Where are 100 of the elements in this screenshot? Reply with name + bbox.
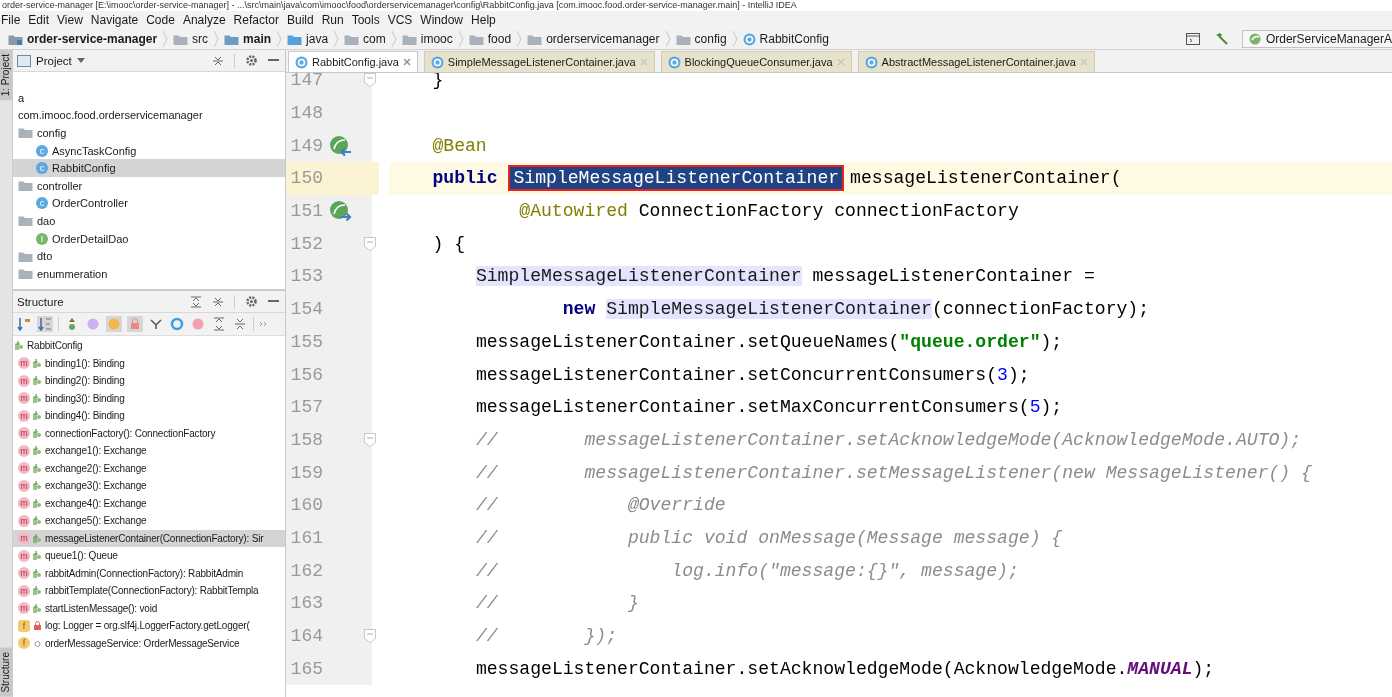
structure-item[interactable]: m binding4(): Binding	[13, 407, 285, 425]
menu-item[interactable]: Build	[285, 12, 318, 28]
minimize-icon[interactable]	[268, 59, 279, 62]
breadcrumb-item[interactable]: food	[463, 32, 517, 46]
tree-item[interactable]: c RabbitConfig	[13, 159, 285, 177]
structure-item[interactable]: f log: Logger = org.slf4j.LoggerFactory.getLogger(	[13, 617, 285, 635]
tree-item[interactable]: config	[13, 124, 285, 142]
menu-item[interactable]: Help	[470, 12, 500, 28]
line-number: 165	[289, 658, 324, 679]
type-badge: m	[18, 444, 30, 457]
visibility-icon	[33, 532, 42, 544]
run-configuration-selector[interactable]: OrderServiceManagerA	[1241, 30, 1392, 48]
tree-item[interactable]: dao	[13, 212, 285, 230]
collapse-all-icon[interactable]	[212, 295, 224, 308]
structure-item[interactable]: m connectionFactory(): ConnectionFactory	[13, 424, 285, 442]
fold-marker-icon[interactable]	[364, 432, 376, 447]
menu-item[interactable]: Navigate	[89, 12, 143, 28]
menu-item[interactable]: VCS	[386, 12, 417, 28]
structure-item[interactable]: RabbitConfig	[13, 337, 285, 355]
structure-item[interactable]: f orderMessageService: OrderMessageService	[13, 634, 285, 652]
project-view-selector[interactable]: Project	[17, 54, 85, 67]
tree-item[interactable]: enummeration	[13, 264, 285, 283]
breadcrumb-item[interactable]: config	[670, 32, 732, 46]
menu-item[interactable]: Window	[419, 12, 468, 28]
visibility-icon	[33, 392, 42, 404]
breadcrumb-item[interactable]: imooc	[396, 32, 458, 46]
line-number: 147	[289, 73, 324, 91]
visibility-icon	[33, 375, 42, 387]
structure-item[interactable]: m rabbitAdmin(ConnectionFactory): RabbitAdmin	[13, 564, 285, 582]
structure-item[interactable]: m exchange4(): Exchange	[13, 494, 285, 512]
fold-marker-icon[interactable]	[364, 629, 376, 644]
visibility-icon	[15, 340, 24, 352]
project-tool-tab[interactable]: 1: Project	[0, 50, 12, 101]
type-badge: m	[18, 567, 30, 580]
ring-icon[interactable]	[169, 316, 185, 332]
breadcrumb-item[interactable]: order-service-manager	[3, 32, 163, 46]
tree-item[interactable]: c OrderController	[13, 194, 285, 213]
structure-item[interactable]: m binding1(): Binding	[13, 354, 285, 372]
structure-item[interactable]: m exchange2(): Exchange	[13, 459, 285, 477]
menu-item[interactable]: View	[56, 12, 87, 28]
breadcrumb-item[interactable]: RabbitConfig	[737, 32, 834, 46]
code-text: (connectionFactory);	[931, 299, 1150, 320]
structure-item[interactable]: m binding2(): Binding	[13, 372, 285, 390]
filter-icon[interactable]	[148, 316, 164, 332]
menu-item[interactable]: Edit	[27, 12, 54, 28]
type-badge: c	[36, 144, 48, 157]
line-number: 149	[289, 135, 324, 156]
settings-icon[interactable]	[245, 295, 258, 308]
structure-item[interactable]: m rabbitTemplate(ConnectionFactory): RabbitTempla	[13, 582, 285, 600]
expand-all-icon[interactable]	[190, 295, 202, 308]
code-text: public	[432, 168, 499, 189]
layout-icon[interactable]	[1185, 33, 1200, 45]
bean-gutter-icon[interactable]	[329, 200, 353, 223]
menu-item[interactable]: Run	[320, 12, 348, 28]
menu-item[interactable]: Tools	[350, 12, 384, 28]
editor-tab[interactable]: AbstractMessageListenerContainer.java	[857, 51, 1095, 72]
code-text: // public void onMessage(Message message) {	[475, 527, 1063, 548]
editor-tab[interactable]: BlockingQueueConsumer.java	[660, 51, 852, 72]
breadcrumb-item[interactable]: com	[339, 32, 391, 46]
type-badge: m	[18, 584, 30, 597]
bean-gutter-icon[interactable]	[329, 134, 353, 157]
sort-icon[interactable]	[16, 316, 32, 332]
line-number: 152	[289, 233, 324, 254]
structure-item[interactable]: m exchange5(): Exchange	[13, 512, 285, 530]
structure-item[interactable]: m exchange1(): Exchange	[13, 442, 285, 460]
tree-item[interactable]: I OrderDetailDao	[13, 229, 285, 248]
tree-item[interactable]: a	[13, 89, 285, 107]
sort-alphabetically-icon[interactable]	[37, 316, 53, 332]
menu-item[interactable]: File	[0, 12, 25, 28]
tree-item[interactable]: controller	[13, 176, 285, 195]
line-number: 148	[289, 103, 324, 124]
structure-tool-tab[interactable]: Structure	[0, 648, 12, 697]
menu-item[interactable]: Refactor	[232, 12, 283, 28]
menu-item[interactable]: Code	[145, 12, 179, 28]
settings-icon[interactable]	[245, 54, 258, 67]
fold-marker-icon[interactable]	[364, 236, 376, 251]
breadcrumb-item[interactable]: orderservicemanager	[522, 32, 665, 46]
type-badge: m	[18, 479, 30, 492]
collapse-all-icon[interactable]	[212, 54, 224, 67]
structure-item[interactable]: m messageListenerContainer(ConnectionFactory): Sir	[13, 529, 285, 547]
structure-item[interactable]: m exchange3(): Exchange	[13, 477, 285, 495]
breadcrumb-item[interactable]: src	[168, 32, 214, 46]
breadcrumb-item[interactable]: main	[219, 32, 277, 46]
tree-item[interactable]: dto	[13, 247, 285, 265]
tree-item[interactable]: com.imooc.food.orderservicemanager	[13, 106, 285, 125]
code-text: // log.info("message:{}", message);	[475, 560, 1019, 581]
folder-icon	[18, 214, 33, 228]
menu-item[interactable]: Analyze	[181, 12, 230, 28]
structure-item[interactable]: m binding3(): Binding	[13, 389, 285, 407]
breadcrumb-item[interactable]: java	[282, 32, 334, 46]
minimize-icon[interactable]	[268, 300, 279, 303]
editor-tab[interactable]: SimpleMessageListenerContainer.java	[423, 51, 655, 72]
expand-all-icon[interactable]	[211, 316, 227, 332]
structure-item[interactable]: m queue1(): Queue	[13, 547, 285, 565]
close-icon[interactable]	[402, 58, 411, 66]
tree-item[interactable]: c AsyncTaskConfig	[13, 141, 285, 160]
collapse-all-icon[interactable]	[232, 316, 248, 332]
fold-marker-icon[interactable]	[364, 73, 376, 88]
line-number: 151	[289, 201, 324, 222]
structure-item[interactable]: m startListenMessage(): void	[13, 599, 285, 617]
